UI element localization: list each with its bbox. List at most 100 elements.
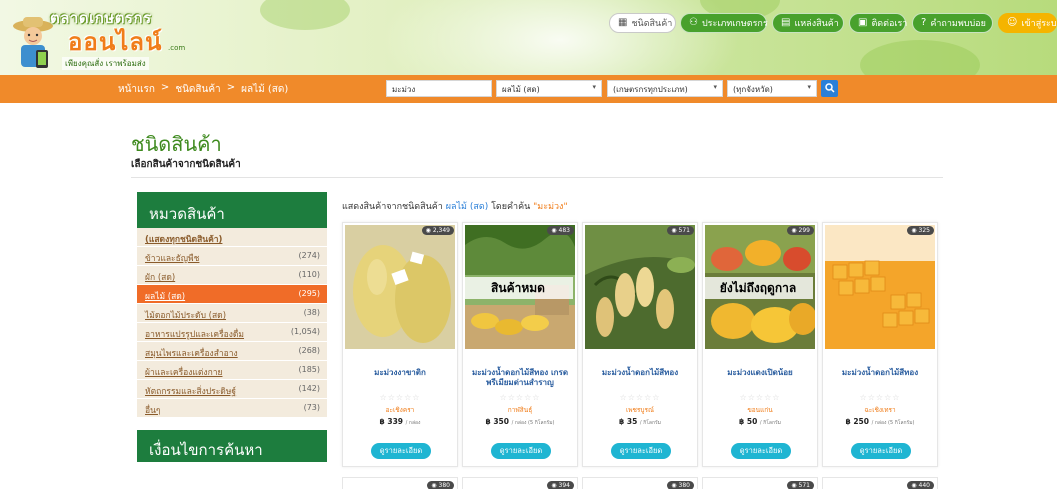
- sidebar-item-processed-food[interactable]: อาหารแปรรูปและเครื่องดื่ม (1,054): [137, 323, 327, 342]
- view-details-button[interactable]: ดูรายละเอียด: [851, 443, 911, 459]
- sidebar-item-vegetables[interactable]: ผัก (สด) (110): [137, 266, 327, 285]
- category-list: (แสดงทุกชนิดสินค้า) ข้าวและธัญพืช (274) …: [137, 228, 327, 418]
- product-name[interactable]: มะม่วงน้ำดอกไม้สีทอง เกรดพรีเมียมด่านสำร…: [467, 368, 573, 388]
- sidebar-item-rice-grains[interactable]: ข้าวและธัญพืช (274): [137, 247, 327, 266]
- nav-contact[interactable]: ▣ ติดต่อเรา: [849, 13, 907, 33]
- sidebar-item-count: (185): [298, 365, 320, 374]
- site-logo[interactable]: ตลาดเกษตรกร ออนไลน์ .com เพียงคุณสั่ง เร…: [10, 4, 210, 72]
- sidebar-item-herbs-cosmetics[interactable]: สมุนไพรและเครื่องสำอาง (268): [137, 342, 327, 361]
- eye-icon: ◉: [911, 227, 917, 234]
- nav-label: เข้าสู่ระบบ: [1021, 19, 1057, 29]
- contact-icon: ▣: [858, 17, 868, 28]
- farmer-type-select[interactable]: (เกษตรกรทุกประเภท) ▾: [607, 80, 723, 97]
- product-image[interactable]: [585, 225, 695, 349]
- nav-product-sources[interactable]: ▤ แหล่งสินค้า: [772, 13, 844, 33]
- sidebar-item-all[interactable]: (แสดงทุกชนิดสินค้า): [137, 228, 327, 247]
- logo-domain-text: .com: [168, 44, 186, 52]
- mango-photo: [585, 225, 695, 349]
- sidebar-item-count: (274): [298, 251, 320, 260]
- price-value: ฿ 339: [379, 417, 404, 426]
- product-card[interactable]: ◉ 380: [582, 477, 698, 489]
- nav-farmer-types[interactable]: ⚇ ประเภทเกษตรกร: [680, 13, 768, 33]
- sidebar-item-fruits[interactable]: ผลไม้ (สด) (295): [137, 285, 327, 304]
- view-details-button[interactable]: ดูรายละเอียด: [611, 443, 671, 459]
- product-name[interactable]: มะม่วงงาขาติก: [347, 368, 453, 378]
- price-value: ฿ 50: [739, 417, 758, 426]
- search-button[interactable]: [821, 80, 838, 97]
- product-card[interactable]: ◉ 571 มะม่วงน้ำดอกไม้สีทอง ☆☆☆☆☆ เพชรบูร…: [582, 222, 698, 467]
- product-location[interactable]: ฉะเชิงเทรา: [823, 405, 937, 415]
- breadcrumb-home[interactable]: หน้าแรก: [118, 82, 155, 97]
- sidebar-item-count: (268): [298, 346, 320, 355]
- sidebar-item-label: ผ้าและเครื่องแต่งกาย: [145, 368, 223, 378]
- product-card[interactable]: ◉ 394: [462, 477, 578, 489]
- product-name[interactable]: มะม่วงน้ำดอกไม้สีทอง: [587, 368, 693, 378]
- view-count-badge: ◉ 483: [547, 226, 574, 235]
- product-card[interactable]: ◉ 440: [822, 477, 938, 489]
- chevron-down-icon: ▾: [807, 83, 811, 91]
- nav-login[interactable]: ☺ เข้าสู่ระบบ: [998, 13, 1057, 33]
- nav-faq[interactable]: ? คำถามพบบ่อย: [912, 13, 993, 33]
- nav-product-types[interactable]: ▦ ชนิดสินค้า: [609, 13, 676, 33]
- sidebar-item-textiles[interactable]: ผ้าและเครื่องแต่งกาย (185): [137, 361, 327, 380]
- rating-stars: ☆☆☆☆☆: [619, 393, 661, 402]
- view-details-button[interactable]: ดูรายละเอียด: [491, 443, 551, 459]
- page-title: ชนิดสินค้า: [131, 132, 222, 156]
- results-category-link[interactable]: ผลไม้ (สด): [446, 202, 488, 212]
- product-location[interactable]: อะเชิงครา: [343, 405, 457, 415]
- search-keyword-input[interactable]: มะม่วง: [386, 80, 492, 97]
- view-details-button[interactable]: ดูรายละเอียด: [371, 443, 431, 459]
- sidebar-item-flowers[interactable]: ไม้ดอกไม้ประดับ (สด) (38): [137, 304, 327, 323]
- sidebar-item-handicrafts[interactable]: หัตถกรรมและสิ่งประดิษฐ์ (142): [137, 380, 327, 399]
- product-card[interactable]: ◉ 2,349 มะม่วงงาขาติก ☆☆☆☆☆ อะเชิงครา ฿ …: [342, 222, 458, 467]
- eye-icon: ◉: [911, 482, 917, 489]
- category-select[interactable]: ผลไม้ (สด) ▾: [496, 80, 602, 97]
- view-details-button[interactable]: ดูรายละเอียด: [731, 443, 791, 459]
- sidebar-item-label: ผัก (สด): [145, 273, 176, 283]
- price-value: ฿ 350: [485, 417, 510, 426]
- product-location[interactable]: กาฬสินธุ์: [463, 405, 577, 415]
- view-count: 299: [798, 227, 810, 234]
- breadcrumb-current: ผลไม้ (สด): [241, 84, 289, 95]
- breadcrumb-separator: >: [160, 82, 170, 93]
- eye-icon: ◉: [671, 482, 677, 489]
- price-unit: / กิโลกรัม: [759, 420, 781, 426]
- product-card[interactable]: ◉ 380: [342, 477, 458, 489]
- view-count: 571: [798, 482, 810, 489]
- view-count: 2,349: [432, 227, 450, 234]
- nav-label: คำถามพบบ่อย: [930, 19, 986, 29]
- price-unit: / กล่อง (5 กิโลกรัม): [871, 420, 915, 426]
- product-card[interactable]: ◉ 571: [702, 477, 818, 489]
- view-count-badge: ◉ 571: [787, 481, 814, 489]
- product-name[interactable]: มะม่วงน้ำดอกไม้สีทอง: [827, 368, 933, 378]
- sidebar-item-label: หัตถกรรมและสิ่งประดิษฐ์: [145, 387, 237, 397]
- sold-out-overlay: สินค้าหมด: [463, 277, 573, 299]
- sidebar-item-count: (1,054): [290, 327, 320, 336]
- sidebar-item-count: (38): [303, 308, 320, 317]
- province-select[interactable]: (ทุกจังหวัด) ▾: [727, 80, 817, 97]
- eye-icon: ◉: [425, 227, 431, 234]
- product-location[interactable]: เพชรบูรณ์: [583, 405, 697, 415]
- divider: [131, 177, 943, 178]
- view-count: 380: [438, 482, 450, 489]
- view-count: 440: [918, 482, 930, 489]
- view-count: 483: [558, 227, 570, 234]
- sidebar-item-others[interactable]: อื่นๆ (73): [137, 399, 327, 418]
- product-card[interactable]: ◉ 325 มะม่วงน้ำดอกไม้สีทอง ☆☆☆☆☆ ฉะเชิงเ…: [822, 222, 938, 467]
- product-image[interactable]: [825, 225, 935, 349]
- search-conditions-heading: เงื่อนไขการค้นหา: [137, 430, 327, 462]
- sidebar-item-label: อื่นๆ: [145, 406, 161, 416]
- eye-icon: ◉: [551, 227, 557, 234]
- product-location[interactable]: ขอนแก่น: [703, 405, 817, 415]
- out-of-season-overlay: ยังไม่ถึงฤดูกาล: [703, 277, 813, 299]
- eye-icon: ◉: [551, 482, 557, 489]
- breadcrumb-product-types[interactable]: ชนิดสินค้า: [175, 82, 220, 97]
- product-name[interactable]: มะม่วงแดงเปิดน้อย: [707, 368, 813, 378]
- product-card[interactable]: ยังไม่ถึงฤดูกาล ◉ 299 มะม่วงแดงเปิดน้อย …: [702, 222, 818, 467]
- product-card[interactable]: สินค้าหมด ◉ 483 มะม่วงน้ำดอกไม้สีทอง เกร…: [462, 222, 578, 467]
- province-select-value: (ทุกจังหวัด): [733, 85, 773, 94]
- search-bar: หน้าแรก > ชนิดสินค้า > ผลไม้ (สด) มะม่วง…: [0, 75, 1057, 103]
- rating-stars: ☆☆☆☆☆: [379, 393, 421, 402]
- product-image[interactable]: [345, 225, 455, 349]
- nav-label: ประเภทเกษตรกร: [701, 19, 768, 29]
